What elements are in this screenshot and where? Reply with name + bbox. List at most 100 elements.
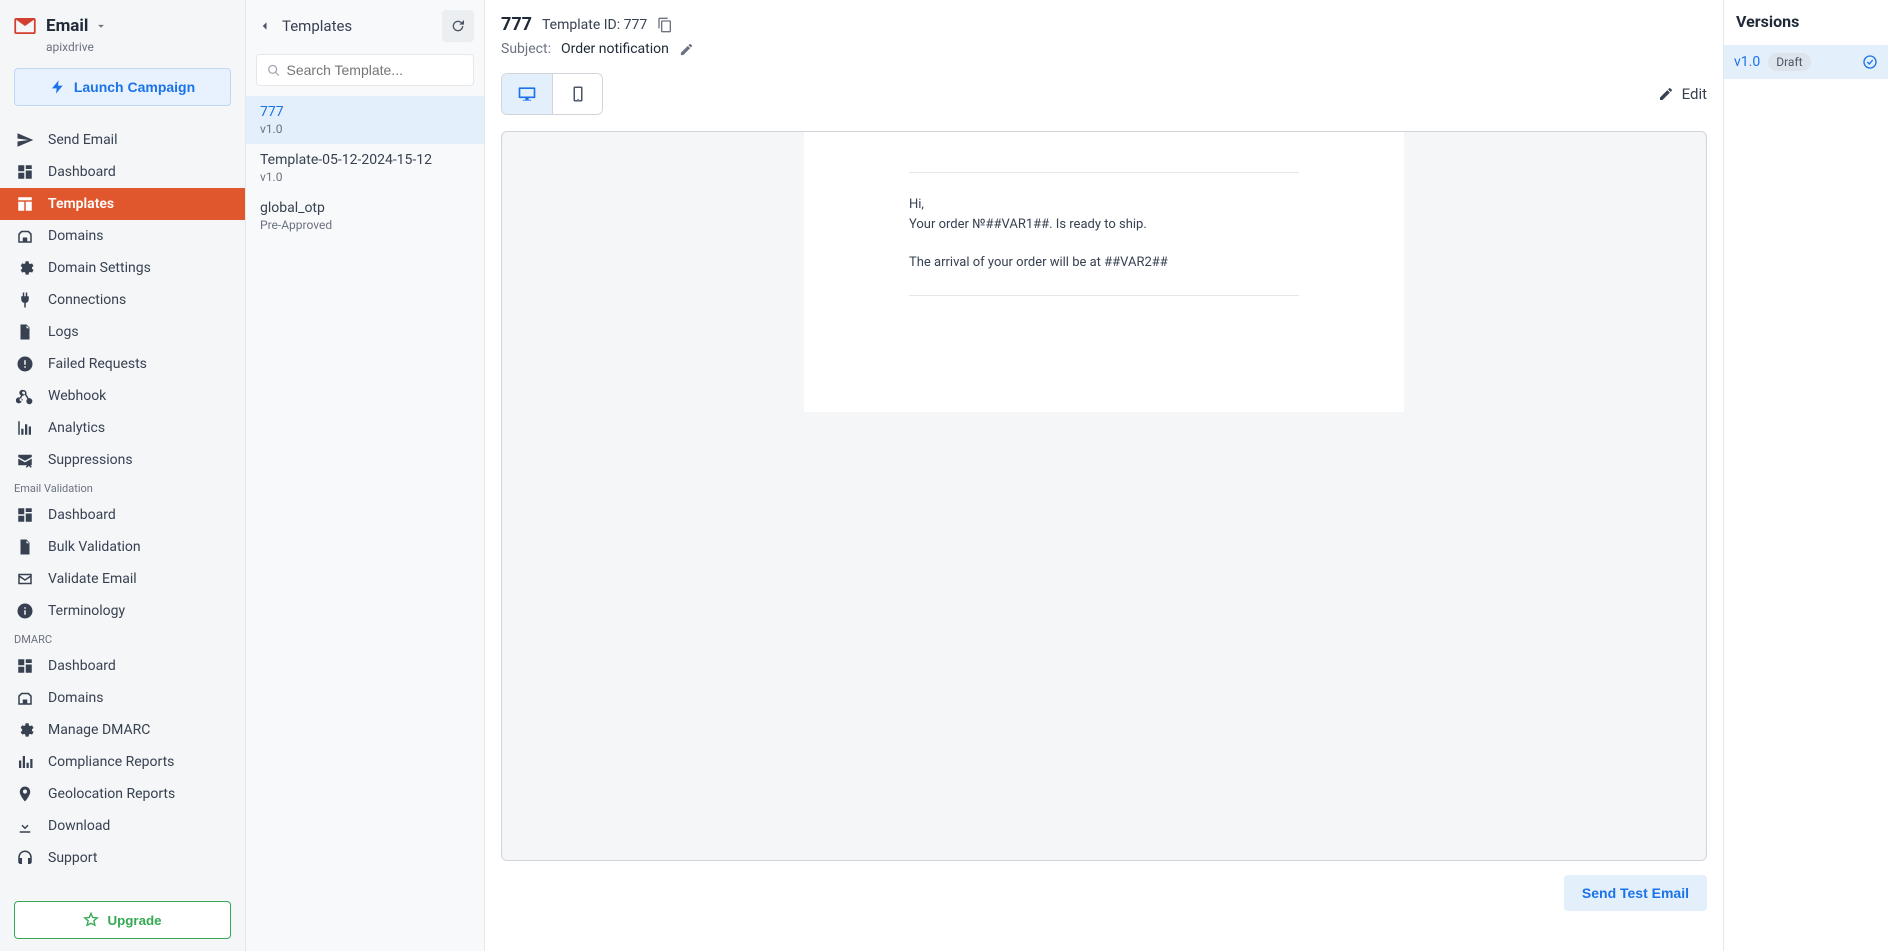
sidebar-group-label: Email Validation (0, 476, 245, 499)
back-button[interactable] (256, 17, 274, 35)
sidebar-item-label: Domain Settings (48, 260, 151, 276)
plug-icon (16, 291, 34, 309)
main-content: 777 Template ID: 777 Subject: Order noti… (485, 0, 1723, 951)
file-icon (16, 323, 34, 341)
sidebar-item-label: Send Email (48, 132, 118, 148)
template-list-pane: Templates 777v1.0Template-05-12-2024-15-… (245, 0, 485, 951)
template-list-item[interactable]: Template-05-12-2024-15-12 v1.0 (246, 144, 484, 192)
template-item-sub: v1.0 (260, 170, 470, 184)
sidebar-item-download[interactable]: Download (0, 810, 245, 842)
sidebar-item-label: Logs (48, 324, 79, 340)
gear-icon (16, 721, 34, 739)
bar-icon (16, 753, 34, 771)
copy-id-button[interactable] (657, 17, 673, 33)
sidebar-item-dm-domains[interactable]: Domains (0, 682, 245, 714)
sidebar-item-domains[interactable]: Domains (0, 220, 245, 252)
sidebar-item-label: Dashboard (48, 507, 116, 523)
sidebar-item-label: Compliance Reports (48, 754, 174, 770)
sidebar-item-failed-requests[interactable]: Failed Requests (0, 348, 245, 380)
desktop-preview-button[interactable] (502, 74, 552, 114)
sidebar-item-send-email[interactable]: Send Email (0, 124, 245, 156)
sidebar-item-webhook[interactable]: Webhook (0, 380, 245, 412)
search-icon (267, 63, 281, 78)
sidebar-item-templates[interactable]: Templates (0, 188, 245, 220)
version-check-icon (1862, 54, 1878, 70)
sidebar-item-label: Download (48, 818, 110, 834)
edit-template-button[interactable]: Edit (1658, 85, 1707, 103)
sidebar-item-analytics[interactable]: Analytics (0, 412, 245, 444)
sidebar-item-label: Terminology (48, 603, 125, 619)
sidebar-item-compliance[interactable]: Compliance Reports (0, 746, 245, 778)
refresh-button[interactable] (442, 10, 474, 42)
chevron-left-icon (256, 17, 274, 35)
sidebar-item-label: Webhook (48, 388, 106, 404)
sidebar-item-domain-settings[interactable]: Domain Settings (0, 252, 245, 284)
copy-icon (657, 17, 673, 33)
sidebar-item-manage-dmarc[interactable]: Manage DMARC (0, 714, 245, 746)
template-item-sub: Pre-Approved (260, 218, 470, 232)
sidebar-item-label: Bulk Validation (48, 539, 141, 555)
info-icon (16, 602, 34, 620)
account-name: apixdrive (0, 40, 245, 54)
edit-label: Edit (1682, 85, 1707, 103)
edit-subject-button[interactable] (679, 42, 694, 57)
dashboard-icon (16, 657, 34, 675)
version-item[interactable]: v1.0Draft (1724, 45, 1888, 79)
launch-campaign-label: Launch Campaign (74, 79, 195, 95)
sidebar-item-terminology[interactable]: Terminology (0, 595, 245, 627)
search-input[interactable] (287, 62, 464, 78)
template-item-name: global_otp (260, 200, 470, 216)
mobile-preview-button[interactable] (552, 74, 602, 114)
upgrade-button[interactable]: Upgrade (14, 901, 231, 939)
domains-icon (16, 227, 34, 245)
brand-row[interactable]: Email (0, 10, 245, 36)
pin-icon (16, 785, 34, 803)
sidebar-item-dashboard[interactable]: Dashboard (0, 156, 245, 188)
list-title: Templates (282, 17, 434, 35)
templates-icon (16, 195, 34, 213)
launch-campaign-button[interactable]: Launch Campaign (14, 68, 231, 106)
sidebar-item-logs[interactable]: Logs (0, 316, 245, 348)
error-icon (16, 355, 34, 373)
sidebar-item-label: Connections (48, 292, 126, 308)
template-list-item[interactable]: global_otp Pre-Approved (246, 192, 484, 240)
sidebar-item-bulk-validation[interactable]: Bulk Validation (0, 531, 245, 563)
file-icon (16, 538, 34, 556)
sidebar-item-validate-email[interactable]: Validate Email (0, 563, 245, 595)
email-line-2: Your order №##VAR1##. Is ready to ship. (909, 217, 1147, 232)
sidebar-item-label: Suppressions (48, 452, 133, 468)
template-item-sub: v1.0 (260, 122, 470, 136)
email-line-1: Hi, (909, 197, 924, 212)
sidebar-item-dm-dashboard[interactable]: Dashboard (0, 650, 245, 682)
subject-label: Subject: (501, 41, 551, 57)
versions-title: Versions (1724, 0, 1888, 45)
domains-icon (16, 689, 34, 707)
template-name-heading: 777 (501, 14, 532, 35)
version-badge: Draft (1768, 53, 1810, 71)
brand-title: Email (46, 16, 88, 36)
template-list-item[interactable]: 777 v1.0 (246, 96, 484, 144)
pencil-icon (1658, 86, 1674, 102)
sidebar-item-suppressions[interactable]: Suppressions (0, 444, 245, 476)
download-icon (16, 817, 34, 835)
analytics-icon (16, 419, 34, 437)
template-item-name: 777 (260, 104, 470, 120)
send-test-email-button[interactable]: Send Test Email (1564, 875, 1707, 911)
template-item-name: Template-05-12-2024-15-12 (260, 152, 470, 168)
sidebar-item-geolocation[interactable]: Geolocation Reports (0, 778, 245, 810)
star-icon (83, 912, 99, 928)
sidebar-item-connections[interactable]: Connections (0, 284, 245, 316)
email-line-3: The arrival of your order will be at ##V… (909, 253, 1299, 273)
sidebar-item-ev-dashboard[interactable]: Dashboard (0, 499, 245, 531)
webhook-icon (16, 387, 34, 405)
sidebar-item-label: Validate Email (48, 571, 137, 587)
dashboard-icon (16, 506, 34, 524)
sidebar-group-label: DMARC (0, 627, 245, 650)
sidebar-item-label: Geolocation Reports (48, 786, 175, 802)
sidebar-item-label: Domains (48, 228, 103, 244)
rocket-icon (50, 79, 66, 95)
sidebar-item-support[interactable]: Support (0, 842, 245, 874)
search-template-field[interactable] (256, 54, 474, 86)
preview-device-toggle (501, 73, 603, 115)
email-canvas: Hi, Your order №##VAR1##. Is ready to sh… (804, 132, 1404, 412)
